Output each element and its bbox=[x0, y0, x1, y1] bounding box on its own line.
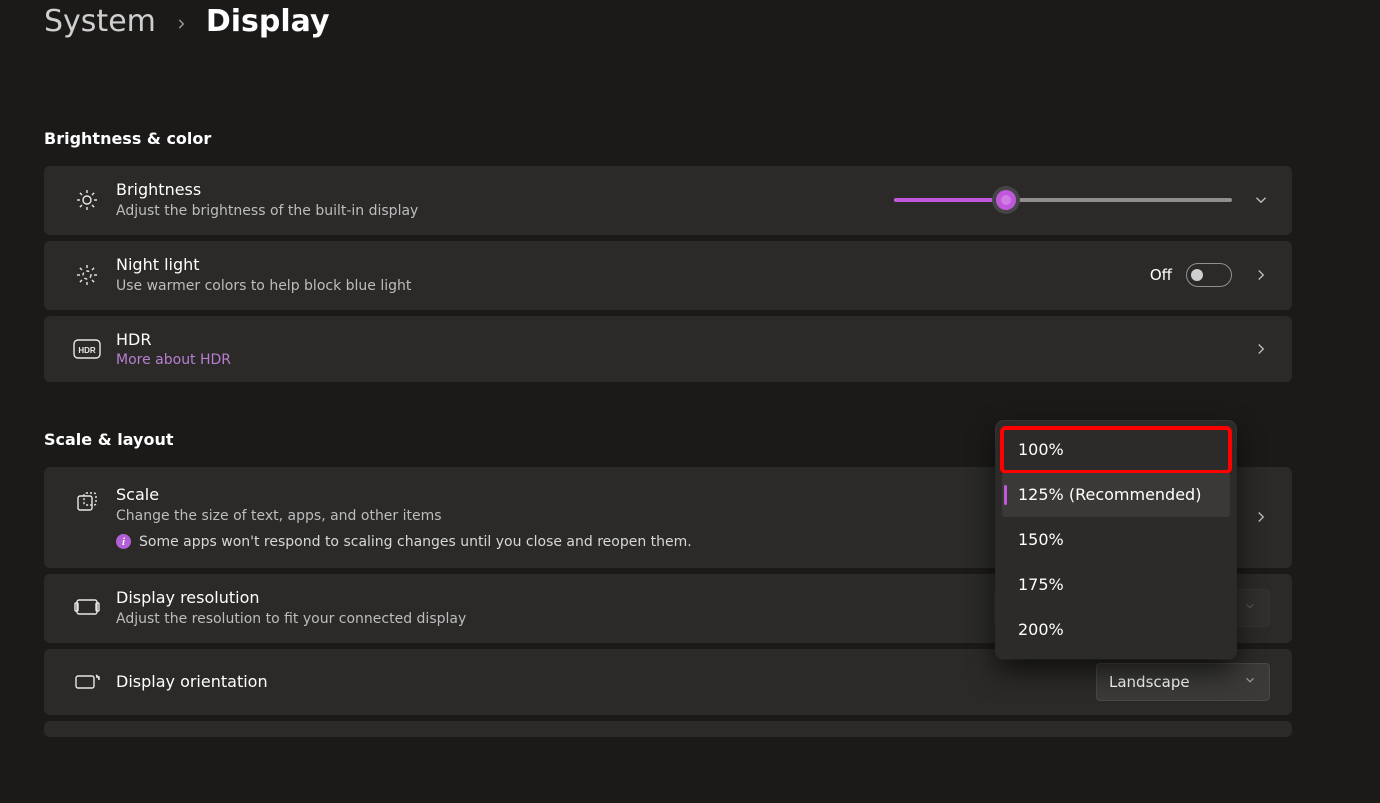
orientation-select[interactable]: Landscape bbox=[1096, 663, 1270, 701]
info-icon: i bbox=[116, 534, 131, 549]
resolution-title: Display resolution bbox=[116, 588, 994, 608]
brightness-title: Brightness bbox=[116, 180, 894, 200]
sun-icon bbox=[66, 188, 108, 212]
scale-info-text: Some apps won't respond to scaling chang… bbox=[139, 534, 692, 550]
chevron-right-icon bbox=[174, 12, 188, 37]
hdr-icon: HDR bbox=[66, 339, 108, 359]
night-light-toggle[interactable] bbox=[1186, 263, 1232, 287]
scale-option[interactable]: 100% bbox=[1002, 428, 1230, 472]
svg-text:HDR: HDR bbox=[78, 346, 96, 355]
toggle-knob bbox=[1191, 269, 1203, 281]
chevron-right-icon[interactable] bbox=[1252, 340, 1270, 358]
night-light-title: Night light bbox=[116, 255, 1150, 275]
scale-option[interactable]: 150% bbox=[1002, 518, 1230, 562]
slider-thumb[interactable] bbox=[996, 190, 1016, 210]
night-light-subtitle: Use warmer colors to help block blue lig… bbox=[116, 277, 1150, 296]
scale-option[interactable]: 200% bbox=[1002, 608, 1230, 652]
brightness-slider[interactable] bbox=[894, 190, 1232, 210]
orientation-icon bbox=[66, 672, 108, 692]
night-light-state: Off bbox=[1150, 266, 1172, 284]
resolution-subtitle: Adjust the resolution to fit your connec… bbox=[116, 610, 994, 629]
chevron-right-icon[interactable] bbox=[1252, 266, 1270, 284]
breadcrumb-parent[interactable]: System bbox=[44, 4, 156, 39]
chevron-down-icon bbox=[1243, 673, 1257, 691]
chevron-down-icon bbox=[1243, 599, 1257, 617]
scale-dropdown[interactable]: 100%125% (Recommended)150%175%200% bbox=[996, 421, 1236, 659]
orientation-value: Landscape bbox=[1109, 673, 1190, 691]
page-title: Display bbox=[206, 4, 330, 39]
partial-row bbox=[44, 721, 1292, 737]
night-light-icon bbox=[66, 263, 108, 287]
brightness-subtitle: Adjust the brightness of the built-in di… bbox=[116, 202, 894, 221]
night-light-row[interactable]: Night light Use warmer colors to help bl… bbox=[44, 241, 1292, 310]
chevron-right-icon[interactable] bbox=[1252, 508, 1270, 526]
breadcrumb: System Display bbox=[44, 0, 1336, 39]
hdr-row[interactable]: HDR HDR More about HDR bbox=[44, 316, 1292, 382]
scale-row[interactable]: Scale Change the size of text, apps, and… bbox=[44, 467, 1292, 568]
scale-option[interactable]: 125% (Recommended) bbox=[1002, 473, 1230, 517]
hdr-title: HDR bbox=[116, 330, 1252, 350]
scale-option[interactable]: 175% bbox=[1002, 563, 1230, 607]
scale-icon bbox=[66, 491, 108, 515]
chevron-down-icon[interactable] bbox=[1252, 191, 1270, 209]
resolution-icon bbox=[66, 597, 108, 619]
orientation-title: Display orientation bbox=[116, 672, 1096, 692]
hdr-more-link[interactable]: More about HDR bbox=[116, 352, 231, 368]
brightness-row[interactable]: Brightness Adjust the brightness of the … bbox=[44, 166, 1292, 235]
section-brightness-color: Brightness & color bbox=[44, 129, 1336, 148]
